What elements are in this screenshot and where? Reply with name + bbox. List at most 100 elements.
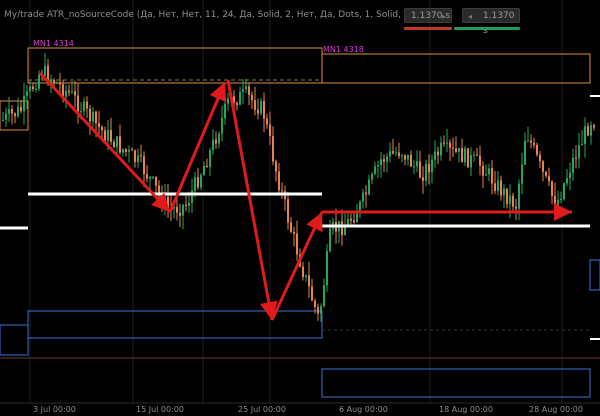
candle-body [44, 65, 46, 76]
candle-body [320, 306, 322, 314]
range-box-lower-prev [0, 324, 29, 356]
candle-body [119, 136, 121, 153]
candle-body [176, 207, 178, 213]
candle-body [266, 118, 268, 125]
candle-body [326, 251, 328, 286]
candle-body [566, 178, 568, 184]
candle-body [203, 165, 205, 176]
candle-body [548, 175, 550, 182]
candle-body [14, 113, 16, 117]
range-box-upper-left [27, 47, 323, 84]
candle-body [131, 149, 133, 151]
candle-body [551, 181, 553, 196]
candle-body [65, 90, 67, 97]
candle-body [134, 150, 136, 162]
candle-body [524, 140, 526, 165]
candle-body [422, 177, 424, 181]
candle-body [278, 171, 280, 191]
sell-spread-bar [404, 27, 452, 30]
candle-body [140, 155, 142, 157]
candle-body [221, 117, 223, 134]
candle-body [113, 141, 115, 148]
candle-body [227, 98, 229, 104]
x-axis-label-6: 28 Aug 00:00 [529, 405, 583, 414]
candle-body [11, 109, 13, 114]
candle-body [410, 154, 412, 167]
sell-arrow-icon: ▸ [441, 12, 446, 21]
candle-body [398, 152, 400, 157]
candle-body [590, 125, 592, 136]
buy-arrow-icon: ◂ [468, 12, 473, 21]
candle-body [392, 151, 394, 154]
candle-body [377, 165, 379, 167]
candle-body [218, 133, 220, 144]
candle-body [17, 106, 19, 117]
candle-body [374, 166, 376, 174]
candle-body [155, 176, 157, 186]
candle-body [569, 172, 571, 179]
candle-body [371, 173, 373, 180]
candle-body [77, 95, 79, 112]
candle-body [143, 156, 145, 175]
candle-body [437, 151, 439, 156]
candle-body [476, 154, 478, 156]
candle-body [122, 149, 124, 153]
candle-body [5, 113, 7, 120]
candle-body [515, 206, 517, 209]
candle-body [563, 183, 565, 200]
candle-body [179, 212, 181, 216]
range-box-lower-right [321, 368, 591, 398]
candlestick-series [2, 52, 595, 322]
candle-body [239, 91, 241, 105]
candle-body [95, 111, 97, 124]
candle-body [578, 145, 580, 159]
candle-body [356, 213, 358, 223]
candle-body [383, 159, 385, 162]
sell-price-button[interactable]: 1.1370 s ▸ [404, 8, 452, 23]
candle-body [275, 161, 277, 172]
candle-body [416, 161, 418, 167]
candle-body [407, 154, 409, 160]
candle-body [248, 86, 250, 95]
candle-body [494, 183, 496, 191]
candle-body [101, 126, 103, 131]
buy-price-button[interactable]: ◂ 1.1370 s [462, 8, 520, 36]
candle-body [431, 159, 433, 173]
candle-body [2, 119, 4, 121]
candle-body [323, 285, 325, 307]
candle-body [59, 82, 61, 85]
candle-body [92, 111, 94, 122]
candle-body [401, 155, 403, 157]
candle-body [158, 185, 160, 193]
candle-body [311, 286, 313, 301]
candle-body [53, 80, 55, 84]
candle-body [254, 100, 256, 110]
price-chart-canvas[interactable] [0, 0, 600, 416]
candle-body [26, 91, 28, 96]
candle-body [185, 204, 187, 206]
candle-body [152, 176, 154, 178]
range-box-lower-next [589, 259, 600, 291]
candle-body [116, 136, 118, 148]
candle-body [314, 300, 316, 308]
candle-body [251, 94, 253, 101]
candle-body [560, 199, 562, 201]
candle-body [212, 139, 214, 151]
candle-body [473, 154, 475, 156]
candle-body [206, 165, 208, 168]
candle-body [167, 196, 169, 209]
candle-body [305, 275, 307, 277]
candle-body [506, 188, 508, 205]
candle-body [89, 108, 91, 122]
candle-body [146, 174, 148, 179]
candle-body [455, 148, 457, 152]
candle-body [365, 192, 367, 195]
candle-body [8, 109, 10, 114]
candle-body [452, 147, 454, 149]
box-label-left: MN1 4314 [33, 39, 74, 48]
candle-body [74, 91, 76, 96]
candle-body [341, 221, 343, 236]
candle-body [440, 142, 442, 156]
candle-body [242, 89, 244, 92]
candle-body [446, 142, 448, 144]
